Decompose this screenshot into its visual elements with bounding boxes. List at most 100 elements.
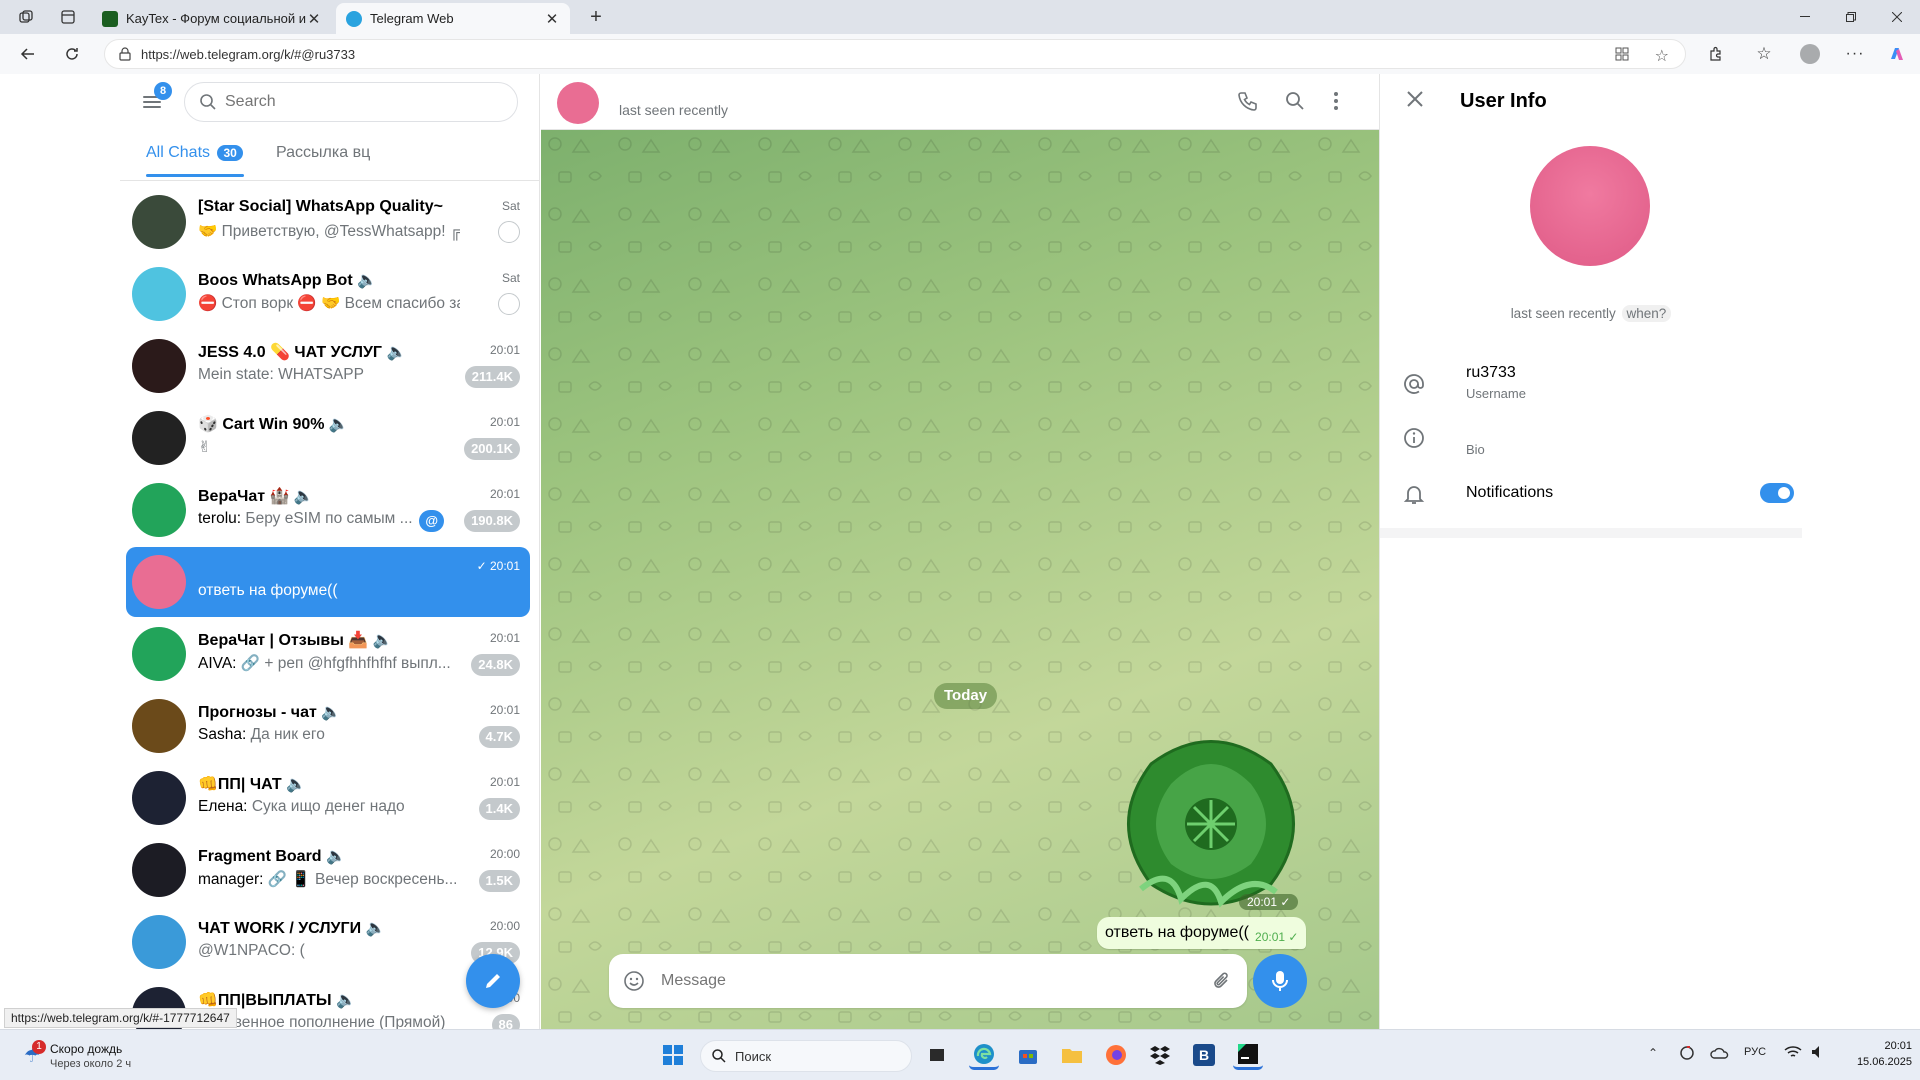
tab-rassylka[interactable]: Рассылка вц [276, 144, 370, 162]
address-url[interactable]: https://web.telegram.org/k/#@ru3733 [141, 47, 355, 62]
firefox-icon[interactable] [1101, 1040, 1131, 1070]
chat-time: Sat [501, 271, 520, 285]
chat-name: Прогнозы - чат 🔈 [198, 704, 342, 721]
chat-message-text: Да ник его [250, 726, 325, 743]
contact-avatar[interactable] [557, 82, 599, 124]
chat-sender: terolu: [198, 510, 242, 527]
close-window-icon[interactable] [1874, 0, 1920, 34]
notifications-toggle[interactable] [1760, 483, 1794, 503]
search-input[interactable] [225, 93, 485, 111]
site-info-icon[interactable] [119, 47, 131, 61]
when-link[interactable]: when? [1621, 305, 1672, 322]
show-hidden-icons-icon[interactable]: ⌃ [1648, 1046, 1658, 1060]
date-pill: Today [934, 683, 998, 709]
microphone-icon [1272, 971, 1288, 991]
back-icon[interactable] [16, 42, 40, 66]
chat-item[interactable]: ВераЧат | Отзывы 📥 🔈 20:01 AIVA: 🔗 + реп @… [126, 619, 530, 689]
main-menu-icon[interactable]: 8 [142, 82, 172, 112]
mention-badge: @ [419, 510, 444, 532]
search-box[interactable] [184, 82, 518, 122]
emoji-icon[interactable] [623, 970, 645, 992]
tab-kaytex[interactable]: KayTex - Форум социальной инж ✕ [92, 3, 332, 34]
tab-telegram[interactable]: Telegram Web ✕ [336, 3, 570, 34]
system-clock[interactable]: 20:01 15.06.2025 [1836, 1038, 1912, 1070]
search-messages-icon[interactable] [1284, 90, 1306, 112]
chat-name: 👊ПП| ЧАТ 🔈 [198, 776, 306, 793]
close-tab-icon[interactable]: ✕ [544, 10, 560, 28]
section-divider [1380, 528, 1802, 538]
all-chats-count: 30 [217, 145, 243, 161]
chat-item[interactable]: 👊ПП| ЧАТ 🔈 20:01 Елена: Сука ищо денег над… [126, 763, 530, 833]
task-view-icon[interactable] [922, 1040, 952, 1070]
more-menu-icon[interactable]: ··· [1843, 42, 1867, 66]
chat-sender: AIVA: [198, 655, 237, 672]
attach-icon[interactable] [1211, 970, 1233, 992]
new-message-button[interactable] [466, 954, 520, 1008]
bio-row[interactable]: Bio [1402, 424, 1782, 468]
weather-widget[interactable]: ☂ 1 Скоро дождь Через около 2 ч [18, 1040, 168, 1074]
workspaces-icon[interactable] [14, 6, 38, 28]
reload-icon[interactable] [60, 42, 84, 66]
chat-item[interactable]: Прогнозы - чат 🔈 20:01 Sasha: Да ник его 4.… [126, 691, 530, 761]
address-bar[interactable]: https://web.telegram.org/k/#@ru3733 ☆ [104, 39, 1686, 69]
chat-message-text: ответь на форуме(( [198, 582, 338, 599]
b-app-icon[interactable]: B [1189, 1040, 1219, 1070]
pencil-icon [486, 974, 500, 988]
profile-avatar[interactable] [1798, 42, 1822, 66]
chat-avatar [132, 915, 186, 969]
message-text: ответь на форуме(( [1105, 924, 1250, 941]
wifi-icon[interactable] [1784, 1044, 1802, 1060]
chat-header[interactable]: last seen recently [541, 74, 1379, 130]
username-row[interactable]: ru3733 Username [1402, 364, 1782, 414]
sticker-message[interactable]: 20:01 ✓ [1111, 724, 1311, 914]
file-explorer-icon[interactable] [1057, 1040, 1087, 1070]
unread-badge: 1.4K [478, 798, 520, 820]
chat-item[interactable]: JESS 4.0 💊 ЧАТ УСЛУГ 🔈 20:01 Mein state: W… [126, 331, 530, 401]
profile-photo[interactable] [1530, 146, 1650, 266]
chat-item[interactable]: ✓ 20:01 ответь на форуме(( [126, 547, 530, 617]
chat-name: JESS 4.0 💊 ЧАТ УСЛУГ 🔈 [198, 344, 407, 361]
edge-browser-icon[interactable] [969, 1040, 999, 1070]
voice-record-button[interactable] [1253, 954, 1307, 1008]
pycharm-icon[interactable] [1233, 1040, 1263, 1070]
chat-item[interactable]: [Star Social] WhatsApp Quality~ Sat 🤝 Прив… [126, 187, 530, 257]
close-user-info-icon[interactable] [1406, 90, 1424, 108]
tab-all-chats[interactable]: All Chats 30 [146, 144, 243, 162]
copilot-icon[interactable] [1885, 42, 1909, 66]
chat-message-text: 🔗 + реп @hfgfhhfhfhf выпл... [240, 655, 451, 672]
kaytex-favicon-icon [102, 10, 118, 27]
windows-start-icon[interactable] [658, 1040, 688, 1070]
chat-item[interactable]: 🎲 Cart Win 90% 🔈 20:01 ✌ 200.1K [126, 403, 530, 473]
message-input[interactable] [661, 972, 1181, 990]
chat-last-message: manager: 🔗 📱 Вечер воскресень... [198, 870, 457, 889]
new-tab-icon[interactable]: + [584, 6, 608, 28]
dropbox-icon[interactable] [1145, 1040, 1175, 1070]
keyboard-language[interactable]: РУС [1744, 1046, 1766, 1058]
vertical-tabs-icon[interactable] [56, 6, 80, 28]
close-tab-icon[interactable]: ✕ [306, 10, 322, 28]
apps-icon[interactable] [1615, 47, 1629, 61]
chat-item[interactable]: Fragment Board 🔈 20:00 manager: 🔗 📱 Вечер … [126, 835, 530, 905]
store-icon[interactable] [1013, 1040, 1043, 1070]
extensions-icon[interactable] [1704, 42, 1728, 66]
chat-time: Sat [501, 199, 520, 213]
favorite-star-icon[interactable]: ☆ [1655, 46, 1669, 66]
chat-item[interactable]: ВераЧат 🏰 🔈 20:01 terolu: Беру eSIM по сам… [126, 475, 530, 545]
user-info-title: User Info [1460, 90, 1547, 112]
message-bubble[interactable]: ответь на форуме(( 20:01 ✓ [1097, 917, 1307, 949]
restore-icon[interactable] [1828, 0, 1874, 34]
chat-sender: Елена: [198, 798, 248, 815]
minimize-icon[interactable] [1782, 0, 1828, 34]
unread-badge: 24.8K [471, 654, 520, 676]
volume-icon[interactable] [1810, 1044, 1826, 1060]
call-icon[interactable] [1236, 90, 1258, 112]
sync-icon[interactable] [1678, 1044, 1696, 1062]
chat-list-panel: 8 All Chats 30 Рассылка вц [Star Social]… [120, 74, 540, 1041]
onedrive-icon[interactable] [1710, 1046, 1730, 1060]
favorites-icon[interactable]: ☆ [1752, 42, 1776, 66]
taskbar-search-placeholder: Поиск [735, 1048, 772, 1064]
more-options-icon[interactable] [1333, 90, 1339, 112]
taskbar-search[interactable]: Поиск [700, 1040, 912, 1072]
notifications-row[interactable]: Notifications [1402, 480, 1794, 520]
chat-item[interactable]: Boos WhatsApp Bot 🔈 Sat ⛔ Стоп ворк ⛔ 🤝 Вс… [126, 259, 530, 329]
